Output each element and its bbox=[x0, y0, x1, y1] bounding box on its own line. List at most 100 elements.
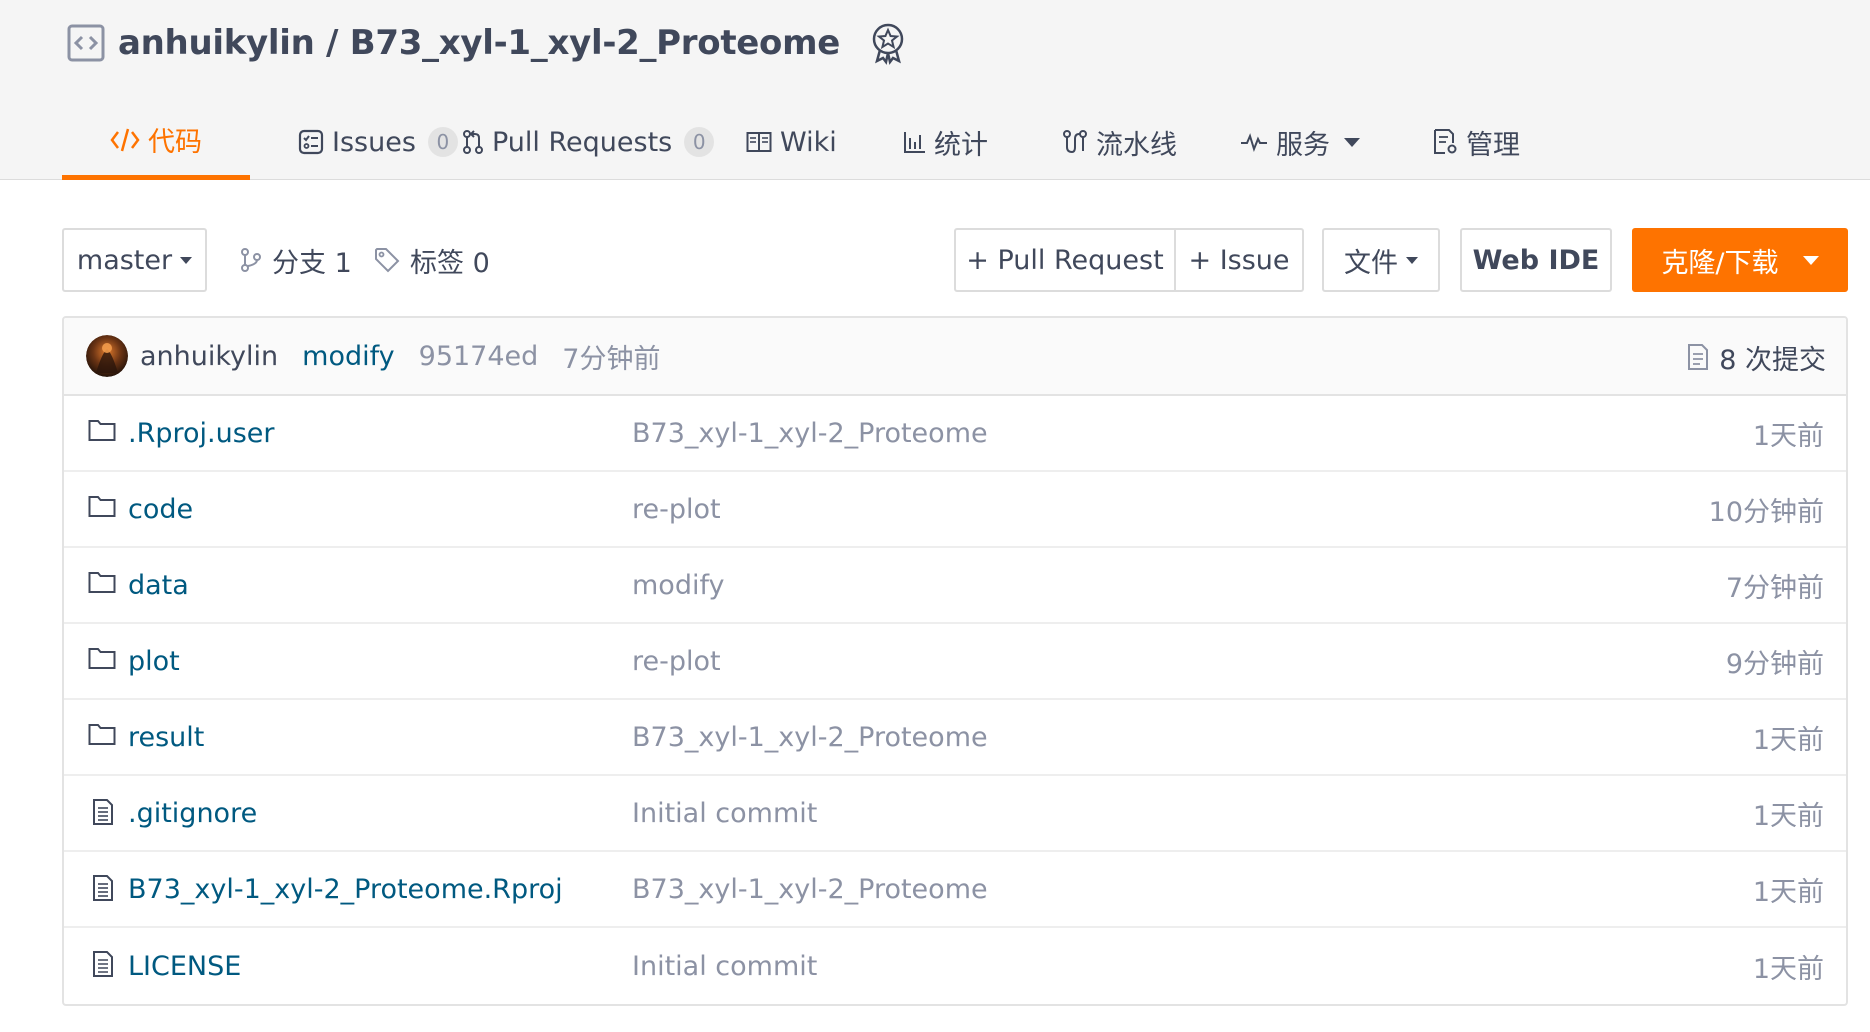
file-row[interactable]: .Rproj.user B73_xyl-1_xyl-2_Proteome 1天前 bbox=[64, 396, 1846, 472]
repo-title: anhuikylin / B73_xyl-1_xyl-2_Proteome bbox=[66, 18, 908, 68]
file-commit-time: 1天前 bbox=[1752, 876, 1824, 908]
commit-author-link[interactable]: anhuikylin bbox=[140, 341, 278, 372]
branches-link[interactable]: 分支 1 bbox=[240, 228, 352, 292]
issues-count-badge: 0 bbox=[427, 127, 458, 157]
file-commit-time: 10分钟前 bbox=[1708, 496, 1824, 528]
file-commit-message-link[interactable]: Initial commit bbox=[632, 951, 817, 982]
file-name-link[interactable]: .Rproj.user bbox=[128, 418, 274, 449]
file-name-link[interactable]: code bbox=[128, 494, 193, 525]
file-commit-message-link[interactable]: B73_xyl-1_xyl-2_Proteome bbox=[632, 874, 988, 905]
tab-issues-label: Issues bbox=[332, 126, 416, 158]
file-commit-time: 1天前 bbox=[1752, 800, 1824, 832]
repo-toolbar: master 分支 1 标签 0 + Pull Request + Issue … bbox=[62, 228, 1848, 292]
file-commit-message-link[interactable]: Initial commit bbox=[632, 798, 817, 829]
avatar[interactable] bbox=[86, 335, 128, 377]
file-row[interactable]: LICENSE Initial commit 1天前 bbox=[64, 928, 1846, 1004]
repo-name-link[interactable]: B73_xyl-1_xyl-2_Proteome bbox=[350, 23, 841, 63]
folder-icon bbox=[88, 418, 116, 449]
commit-time: 7分钟前 bbox=[562, 343, 661, 375]
commit-message-link[interactable]: modify bbox=[302, 341, 394, 372]
chevron-down-icon bbox=[1344, 137, 1360, 147]
file-commit-message-link[interactable]: modify bbox=[632, 570, 724, 601]
file-commit-time: 1天前 bbox=[1752, 953, 1824, 985]
tab-pipeline-label: 流水线 bbox=[1096, 129, 1177, 161]
file-name-link[interactable]: LICENSE bbox=[128, 951, 241, 982]
tab-code[interactable]: 代码 bbox=[62, 104, 250, 180]
code-icon bbox=[110, 128, 140, 151]
file-commit-message-link[interactable]: B73_xyl-1_xyl-2_Proteome bbox=[632, 722, 988, 753]
tag-icon bbox=[375, 248, 400, 273]
tab-pull-requests-label: Pull Requests bbox=[492, 126, 673, 158]
file-name-link[interactable]: .gitignore bbox=[128, 798, 257, 829]
tab-wiki-label: Wiki bbox=[780, 126, 837, 158]
file-menu-button[interactable]: 文件 bbox=[1322, 228, 1440, 292]
web-ide-button[interactable]: Web IDE bbox=[1460, 228, 1612, 292]
tab-manage[interactable]: 管理 bbox=[1432, 104, 1520, 180]
new-issue-button[interactable]: + Issue bbox=[1174, 228, 1304, 292]
tab-services-dropdown[interactable]: 服务 bbox=[1240, 104, 1360, 180]
settings-doc-icon bbox=[1434, 129, 1457, 154]
clone-download-label: 克隆/下载 bbox=[1661, 247, 1779, 279]
chevron-down-icon bbox=[1802, 255, 1819, 265]
avatar-image bbox=[86, 335, 128, 377]
file-row[interactable]: B73_xyl-1_xyl-2_Proteome.Rproj B73_xyl-1_… bbox=[64, 852, 1846, 928]
file-row[interactable]: plot re-plot 9分钟前 bbox=[64, 624, 1846, 700]
book-icon bbox=[746, 132, 772, 152]
file-row[interactable]: .gitignore Initial commit 1天前 bbox=[64, 776, 1846, 852]
file-row[interactable]: result B73_xyl-1_xyl-2_Proteome 1天前 bbox=[64, 700, 1846, 776]
bar-chart-icon bbox=[904, 132, 925, 153]
file-row[interactable]: data modify 7分钟前 bbox=[64, 548, 1846, 624]
pulls-count-badge: 0 bbox=[684, 127, 715, 157]
chevron-down-icon bbox=[1406, 256, 1418, 264]
tab-stats[interactable]: 统计 bbox=[902, 104, 988, 180]
chevron-down-icon bbox=[180, 256, 193, 264]
file-text-icon bbox=[92, 874, 114, 909]
file-text-icon bbox=[92, 950, 114, 985]
new-pull-request-button[interactable]: + Pull Request bbox=[954, 228, 1176, 292]
branches-label: 分支 1 bbox=[272, 247, 352, 279]
file-commit-time: 9分钟前 bbox=[1725, 648, 1824, 680]
tab-stats-label: 统计 bbox=[934, 129, 988, 161]
tab-issues[interactable]: Issues 0 bbox=[298, 104, 458, 180]
tab-code-label: 代码 bbox=[148, 127, 202, 158]
file-name-link[interactable]: data bbox=[128, 570, 189, 601]
file-commit-message-link[interactable]: B73_xyl-1_xyl-2_Proteome bbox=[632, 418, 988, 449]
new-issue-label: + Issue bbox=[1188, 244, 1290, 276]
repo-owner-link[interactable]: anhuikylin bbox=[118, 23, 315, 63]
file-commit-time: 1天前 bbox=[1752, 724, 1824, 756]
file-row[interactable]: code re-plot 10分钟前 bbox=[64, 472, 1846, 548]
file-rows: .Rproj.user B73_xyl-1_xyl-2_Proteome 1天前 co… bbox=[64, 396, 1846, 1004]
tags-link[interactable]: 标签 0 bbox=[374, 228, 490, 292]
repo-header: anhuikylin / B73_xyl-1_xyl-2_Proteome 代码 bbox=[0, 0, 1870, 180]
file-commit-message-link[interactable]: re-plot bbox=[632, 646, 721, 677]
latest-commit-bar: anhuikylin modify 95174ed 7分钟前 8 次提交 bbox=[64, 318, 1846, 396]
tab-pull-requests[interactable]: Pull Requests 0 bbox=[462, 104, 715, 180]
file-text-icon bbox=[92, 798, 114, 833]
tab-pipeline[interactable]: 流水线 bbox=[1062, 104, 1177, 180]
folder-icon bbox=[88, 646, 116, 677]
clone-download-button[interactable]: 克隆/下载 bbox=[1632, 228, 1848, 292]
branch-icon bbox=[241, 248, 261, 272]
file-name-link[interactable]: plot bbox=[128, 646, 180, 677]
web-ide-label: Web IDE bbox=[1472, 244, 1600, 276]
file-list: anhuikylin modify 95174ed 7分钟前 8 次提交 .Rp… bbox=[62, 316, 1848, 1006]
commit-sha-link[interactable]: 95174ed bbox=[419, 341, 539, 372]
pulse-icon bbox=[1241, 133, 1267, 153]
repo-nav-tabs: 代码 Issues 0 Pull Requests 0 Wiki 统计 流水线 … bbox=[62, 104, 1852, 180]
commit-count-link[interactable]: 8 次提交 bbox=[1687, 318, 1826, 396]
award-badge-icon[interactable] bbox=[868, 21, 908, 65]
file-commit-message-link[interactable]: re-plot bbox=[632, 494, 721, 525]
file-name-link[interactable]: B73_xyl-1_xyl-2_Proteome.Rproj bbox=[128, 874, 563, 905]
commit-history-icon bbox=[1688, 344, 1709, 370]
tab-manage-label: 管理 bbox=[1466, 129, 1520, 161]
code-repo-icon bbox=[67, 24, 105, 62]
issues-icon bbox=[298, 129, 324, 155]
file-menu-label: 文件 bbox=[1344, 247, 1398, 279]
tab-wiki[interactable]: Wiki bbox=[746, 104, 837, 180]
branch-select[interactable]: master bbox=[62, 228, 207, 292]
pull-request-icon bbox=[463, 130, 483, 154]
file-name-link[interactable]: result bbox=[128, 722, 204, 753]
repo-separator: / bbox=[314, 23, 350, 63]
folder-icon bbox=[88, 570, 116, 601]
folder-icon bbox=[88, 722, 116, 753]
